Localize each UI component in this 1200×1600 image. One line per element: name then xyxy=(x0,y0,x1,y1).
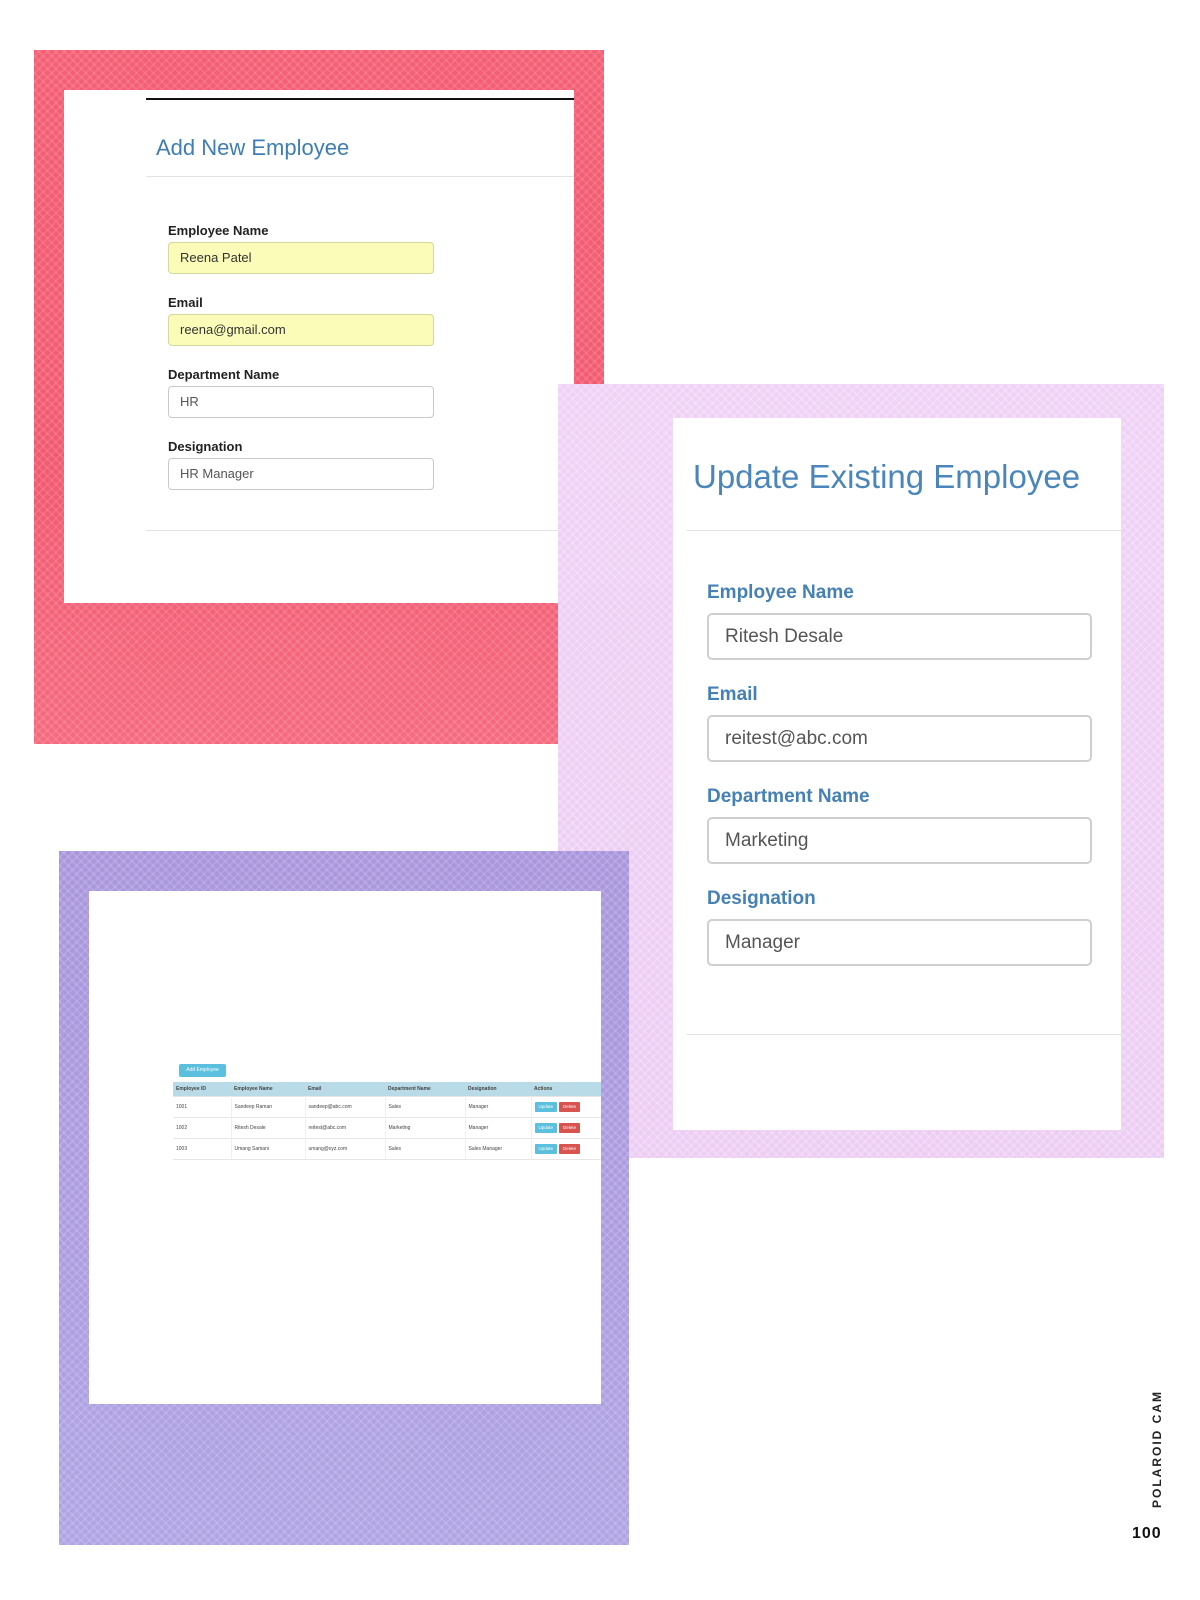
column-header-actions: Actions xyxy=(531,1082,601,1097)
email-input[interactable]: reitest@abc.com xyxy=(707,715,1092,762)
polaroid-frame-pink: Update Existing Employee Employee Name R… xyxy=(558,384,1164,1158)
designation-input[interactable]: HR Manager xyxy=(168,458,434,490)
cell-designation: Manager xyxy=(465,1117,532,1139)
cell-department: Marketing xyxy=(385,1117,466,1139)
column-header-department-name: Department Name xyxy=(385,1082,465,1097)
update-button[interactable]: Update xyxy=(534,1123,558,1133)
add-employee-screenshot: Add New Employee Employee Name Reena Pat… xyxy=(64,90,574,603)
department-name-input[interactable]: Marketing xyxy=(707,817,1092,864)
cell-email: reitest@abc.com xyxy=(305,1117,386,1139)
cell-designation: Manager xyxy=(465,1096,532,1118)
table-row: 1001 Sandeep Raman sandeep@abc.com Sales… xyxy=(173,1096,601,1118)
delete-button[interactable]: Delete xyxy=(559,1102,581,1112)
delete-button[interactable]: Delete xyxy=(559,1144,581,1154)
employee-list-screenshot: Add Employee Employee ID Employee Name E… xyxy=(89,891,601,1404)
department-name-label: Department Name xyxy=(707,786,870,807)
cell-designation: Sales Manager xyxy=(465,1138,532,1160)
department-name-input[interactable]: HR xyxy=(168,386,434,418)
cell-employee-name: Ritesh Desale xyxy=(231,1117,306,1139)
cell-actions: Update Delete xyxy=(531,1117,601,1139)
email-label: Email xyxy=(707,684,758,705)
employee-table: Employee ID Employee Name Email Departme… xyxy=(173,1082,601,1160)
title-divider xyxy=(687,530,1121,531)
cell-email: sandeep@abc.com xyxy=(305,1096,386,1118)
designation-label: Designation xyxy=(168,439,243,454)
department-name-label: Department Name xyxy=(168,367,280,382)
cell-department: Sales xyxy=(385,1138,466,1160)
update-employee-screenshot: Update Existing Employee Employee Name R… xyxy=(673,418,1121,1130)
cell-actions: Update Delete xyxy=(531,1096,601,1118)
column-header-designation: Designation xyxy=(465,1082,531,1097)
title-divider xyxy=(146,176,574,177)
employee-name-label: Employee Name xyxy=(168,223,269,238)
update-button[interactable]: Update xyxy=(534,1102,558,1112)
polaroid-frame-red: Add New Employee Employee Name Reena Pat… xyxy=(34,50,604,744)
designation-input[interactable]: Manager xyxy=(707,919,1092,966)
table-header-row: Employee ID Employee Name Email Departme… xyxy=(173,1082,601,1097)
designation-label: Designation xyxy=(707,888,816,909)
delete-button[interactable]: Delete xyxy=(559,1123,581,1133)
cell-actions: Update Delete xyxy=(531,1138,601,1160)
column-header-employee-id: Employee ID xyxy=(173,1082,231,1097)
column-header-email: Email xyxy=(305,1082,385,1097)
employee-name-input[interactable]: Reena Patel xyxy=(168,242,434,274)
column-header-employee-name: Employee Name xyxy=(231,1082,305,1097)
cell-employee-name: Sandeep Raman xyxy=(231,1096,306,1118)
employee-name-input[interactable]: Ritesh Desale xyxy=(707,613,1092,660)
polaroid-cam-label: POLAROID CAM xyxy=(1150,1390,1164,1508)
employee-name-label: Employee Name xyxy=(707,582,854,603)
cell-employee-id: 1002 xyxy=(173,1117,232,1139)
add-form-title: Add New Employee xyxy=(156,135,350,160)
cell-email: umang@xyz.com xyxy=(305,1138,386,1160)
cell-department: Sales xyxy=(385,1096,466,1118)
footer-divider xyxy=(146,530,574,531)
footer-divider xyxy=(687,1034,1121,1035)
cell-employee-id: 1003 xyxy=(173,1138,232,1160)
cell-employee-id: 1001 xyxy=(173,1096,232,1118)
polaroid-frame-purple: Add Employee Employee ID Employee Name E… xyxy=(59,851,629,1545)
table-row: 1003 Umang Samani umang@xyz.com Sales Sa… xyxy=(173,1138,601,1160)
top-border-line xyxy=(146,98,574,100)
email-input[interactable]: reena@gmail.com xyxy=(168,314,434,346)
email-label: Email xyxy=(168,295,203,310)
page-number: 100 xyxy=(1132,1525,1162,1542)
table-row: 1002 Ritesh Desale reitest@abc.com Marke… xyxy=(173,1117,601,1139)
update-button[interactable]: Update xyxy=(534,1144,558,1154)
update-form-title: Update Existing Employee xyxy=(693,458,1081,495)
add-employee-button[interactable]: Add Employee xyxy=(179,1064,226,1077)
cell-employee-name: Umang Samani xyxy=(231,1138,306,1160)
